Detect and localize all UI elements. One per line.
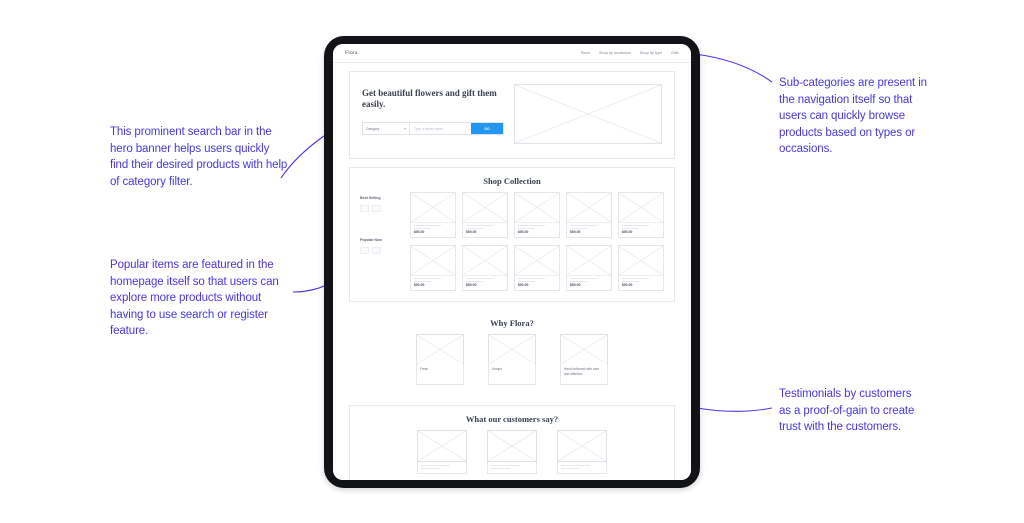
- group-best-selling: Best Selling: [360, 196, 402, 212]
- why-card-text: Hand delivered with care and attention: [564, 367, 600, 376]
- tablet-device-frame: Flora Store Shop by occasions Shop by ty…: [324, 36, 700, 488]
- hero-heading: Get beautiful flowers and gift them easi…: [362, 88, 497, 109]
- testimonials-section: What our customers say?: [349, 405, 675, 480]
- product-card[interactable]: $50.00: [514, 245, 560, 291]
- why-flora-section: Why Flora? Fresh Unique Hand delivered w…: [333, 310, 691, 397]
- nav-item-shop-by-type[interactable]: Shop by type: [640, 51, 662, 55]
- hero-search-bar[interactable]: Category Type a flower name GO: [362, 122, 504, 135]
- search-go-button[interactable]: GO: [471, 123, 503, 134]
- product-row-best-selling: $50.00 $50.00 $50.00 $50.00 $50.00: [410, 192, 664, 238]
- annotation-subcategories: Sub-categories are present in the naviga…: [779, 77, 927, 156]
- category-select-label: Category: [366, 126, 380, 131]
- why-card-image: [488, 334, 536, 364]
- why-flora-title: Why Flora?: [490, 318, 534, 328]
- testimonial-card: [417, 430, 467, 474]
- shop-collection-section: Shop Collection Best Selling Popular Now…: [349, 167, 675, 302]
- product-card[interactable]: $50.00: [462, 192, 508, 238]
- tablet-screen: Flora Store Shop by occasions Shop by ty…: [333, 44, 691, 480]
- why-card: Unique: [488, 334, 536, 385]
- annotation-testimonials: Testimonials by customers as a proof-of-…: [779, 388, 915, 434]
- product-price: $50.00: [518, 230, 529, 234]
- annotation-popular-items: Popular items are featured in the homepa…: [110, 259, 279, 338]
- product-price: $50.00: [518, 283, 529, 287]
- product-card[interactable]: $50.00: [566, 245, 612, 291]
- product-grid: $50.00 $50.00 $50.00 $50.00 $50.00 $50.0…: [410, 192, 664, 291]
- why-card-image: [560, 334, 608, 364]
- site-page: Get beautiful flowers and gift them easi…: [333, 71, 691, 480]
- product-card[interactable]: $50.00: [514, 192, 560, 238]
- testimonials-title: What our customers say?: [465, 414, 559, 424]
- product-card[interactable]: $50.00: [566, 192, 612, 238]
- prev-arrow-icon-2[interactable]: [360, 247, 369, 254]
- prev-arrow-icon[interactable]: [360, 205, 369, 212]
- testimonial-card: [487, 430, 537, 474]
- category-select[interactable]: Category: [363, 123, 410, 134]
- testimonial-cards: [350, 430, 674, 480]
- group-label-popular-now: Popular Now: [360, 238, 382, 242]
- product-price: $50.00: [414, 230, 425, 234]
- site-navbar: Flora Store Shop by occasions Shop by ty…: [333, 44, 691, 63]
- testimonial-card: [557, 430, 607, 474]
- brand-logo[interactable]: Flora: [345, 50, 358, 56]
- why-flora-cards: Fresh Unique Hand delivered with care an…: [333, 334, 691, 397]
- wireframe-annotation-canvas: This prominent search bar in the hero ba…: [0, 0, 1024, 523]
- product-card[interactable]: $50.00: [462, 245, 508, 291]
- product-card[interactable]: $50.00: [618, 245, 664, 291]
- product-card[interactable]: $50.00: [410, 192, 456, 238]
- nav-item-store[interactable]: Store: [581, 51, 590, 55]
- nav-links: Store Shop by occasions Shop by type Gif…: [581, 51, 679, 55]
- product-price: $50.00: [622, 283, 633, 287]
- collection-sidebar: Best Selling Popular Now: [360, 192, 402, 291]
- why-card-text: Fresh: [420, 367, 429, 371]
- why-card: Fresh: [416, 334, 464, 385]
- why-card: Hand delivered with care and attention: [560, 334, 608, 385]
- product-price: $50.00: [570, 230, 581, 234]
- group-popular-now: Popular Now: [360, 238, 402, 254]
- product-price: $50.00: [622, 230, 633, 234]
- product-card[interactable]: $50.00: [618, 192, 664, 238]
- product-card[interactable]: $50.00: [410, 245, 456, 291]
- nav-item-gifts[interactable]: Gifts: [671, 51, 679, 55]
- product-price: $50.00: [414, 283, 425, 287]
- nav-item-shop-by-occasions[interactable]: Shop by occasions: [599, 51, 631, 55]
- hero-image-placeholder: [514, 84, 662, 144]
- carousel-controls-2[interactable]: [360, 247, 402, 254]
- product-price: $50.00: [466, 283, 477, 287]
- product-row-popular-now: $50.00 $50.00 $50.00 $50.00 $50.00: [410, 245, 664, 291]
- shop-collection-title: Shop Collection: [483, 176, 541, 186]
- search-input[interactable]: Type a flower name: [410, 123, 471, 134]
- group-label-best-selling: Best Selling: [360, 196, 381, 200]
- collection-body: Best Selling Popular Now $50.00 $50.00 $…: [350, 192, 674, 301]
- product-price: $50.00: [570, 283, 581, 287]
- annotation-search-bar: This prominent search bar in the hero ba…: [110, 126, 288, 188]
- next-arrow-icon-2[interactable]: [372, 247, 381, 254]
- why-card-text: Unique: [492, 367, 503, 371]
- next-arrow-icon[interactable]: [372, 205, 381, 212]
- hero-banner: Get beautiful flowers and gift them easi…: [349, 71, 675, 159]
- product-price: $50.00: [466, 230, 477, 234]
- carousel-controls[interactable]: [360, 205, 402, 212]
- chevron-down-icon: [404, 127, 406, 130]
- why-card-image: [416, 334, 464, 364]
- hero-left: Get beautiful flowers and gift them easi…: [362, 84, 504, 135]
